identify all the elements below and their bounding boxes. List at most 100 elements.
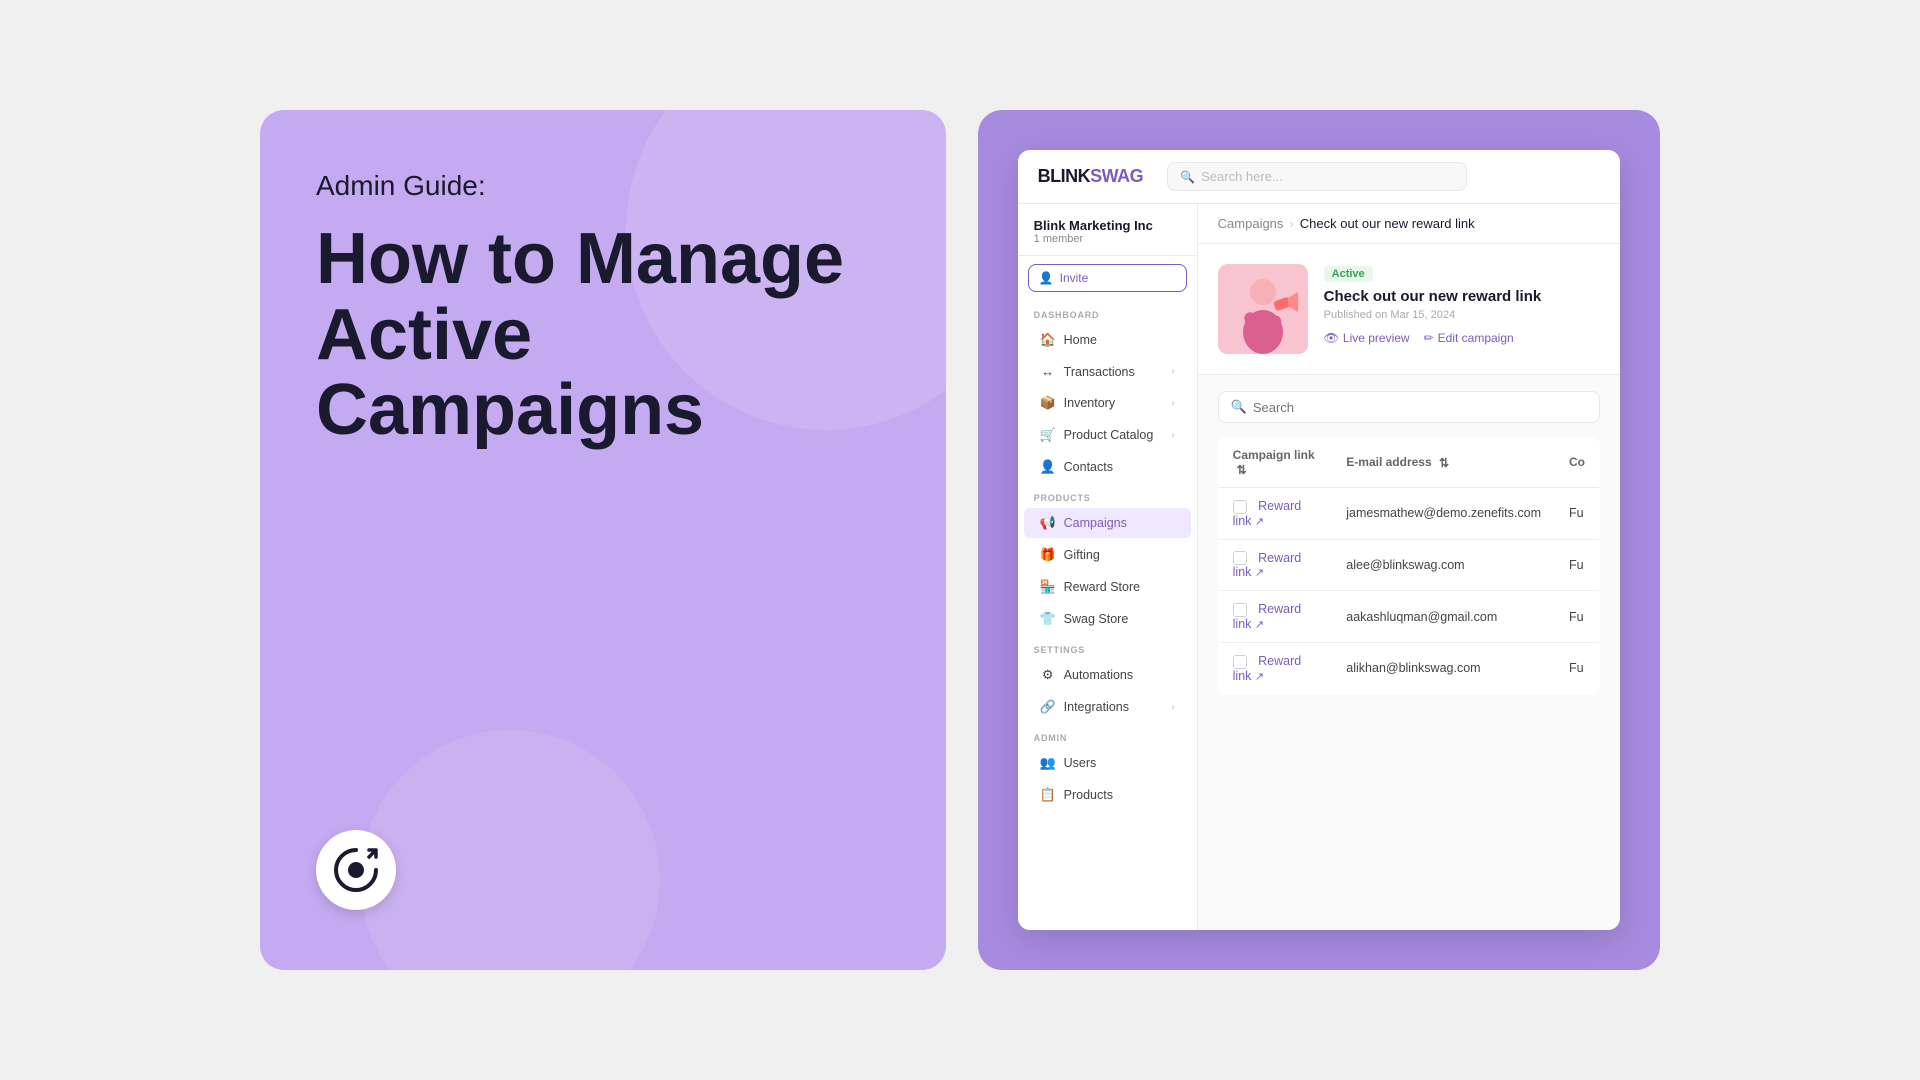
- campaign-title: Check out our new reward link: [1324, 288, 1600, 305]
- eye-icon: 👁: [1324, 331, 1339, 345]
- app-window: BLINK SWAG 🔍 Search here... Blink Market…: [1018, 150, 1620, 930]
- table-search-input[interactable]: [1253, 400, 1587, 415]
- right-panel: BLINK SWAG 🔍 Search here... Blink Market…: [978, 110, 1660, 970]
- breadcrumb-parent: Campaigns: [1218, 216, 1284, 231]
- products-icon: 📋: [1040, 787, 1056, 803]
- swag-store-icon: 👕: [1040, 611, 1056, 627]
- sidebar: Blink Marketing Inc 1 member 👤 Invite DA…: [1018, 204, 1198, 930]
- invite-button[interactable]: 👤 Invite: [1028, 264, 1187, 292]
- swag-store-label: Swag Store: [1064, 612, 1129, 626]
- main-title-line1: How to Manage: [316, 219, 844, 299]
- breadcrumb-separator: ›: [1289, 216, 1293, 231]
- table-row: Reward link ↗ aakashluqman@gmail.com Fu: [1218, 591, 1599, 643]
- sidebar-org: Blink Marketing Inc 1 member: [1018, 204, 1197, 256]
- sidebar-item-home[interactable]: 🏠 Home: [1024, 325, 1191, 355]
- row-checkbox[interactable]: [1233, 500, 1247, 514]
- external-link-icon: ↗: [1255, 671, 1264, 683]
- contacts-label: Contacts: [1064, 460, 1113, 474]
- status-badge: Active: [1324, 266, 1373, 282]
- gifting-icon: 🎁: [1040, 547, 1056, 563]
- logo-area: BLINK SWAG: [1038, 166, 1144, 187]
- external-link-icon: ↗: [1255, 567, 1264, 579]
- sidebar-item-product-catalog[interactable]: 🛒 Product Catalog ›: [1024, 420, 1191, 450]
- transactions-label: Transactions: [1064, 365, 1135, 379]
- breadcrumb: Campaigns › Check out our new reward lin…: [1198, 204, 1620, 244]
- col-campaign-link[interactable]: Campaign link ⇅: [1218, 438, 1332, 488]
- sidebar-item-users[interactable]: 👥 Users: [1024, 748, 1191, 778]
- inventory-icon: 📦: [1040, 395, 1056, 411]
- org-name: Blink Marketing Inc: [1034, 218, 1181, 233]
- sidebar-item-products[interactable]: 📋 Products: [1024, 780, 1191, 810]
- chevron-right-icon: ›: [1171, 430, 1174, 441]
- transactions-icon: ↔: [1040, 364, 1056, 379]
- main-title: How to Manage Active Campaigns: [316, 222, 890, 449]
- campaign-image: [1218, 264, 1308, 354]
- campaign-detail: Active Check out our new reward link Pub…: [1198, 244, 1620, 375]
- org-member: 1 member: [1034, 233, 1181, 245]
- search-placeholder: Search here...: [1201, 169, 1283, 184]
- home-label: Home: [1064, 333, 1097, 347]
- gifting-label: Gifting: [1064, 548, 1100, 562]
- home-icon: 🏠: [1040, 332, 1056, 348]
- campaigns-label: Campaigns: [1064, 516, 1127, 530]
- products-section-label: PRODUCTS: [1018, 483, 1197, 507]
- app-body: Blink Marketing Inc 1 member 👤 Invite DA…: [1018, 204, 1620, 930]
- users-icon: 👥: [1040, 755, 1056, 771]
- co-cell: Fu: [1555, 539, 1600, 591]
- table-search-icon: 🔍: [1231, 399, 1247, 415]
- top-bar: BLINK SWAG 🔍 Search here...: [1018, 150, 1620, 204]
- settings-section-label: SETTINGS: [1018, 635, 1197, 659]
- sidebar-item-contacts[interactable]: 👤 Contacts: [1024, 452, 1191, 482]
- contacts-icon: 👤: [1040, 459, 1056, 475]
- edit-campaign-link[interactable]: ✏ Edit campaign: [1424, 331, 1514, 345]
- product-catalog-icon: 🛒: [1040, 427, 1056, 443]
- product-catalog-label: Product Catalog: [1064, 428, 1154, 442]
- sidebar-item-swag-store[interactable]: 👕 Swag Store: [1024, 604, 1191, 634]
- row-checkbox[interactable]: [1233, 655, 1247, 669]
- sidebar-item-reward-store[interactable]: 🏪 Reward Store: [1024, 572, 1191, 602]
- data-table: Campaign link ⇅ E-mail address ⇅ Co: [1218, 437, 1600, 695]
- col-email[interactable]: E-mail address ⇅: [1332, 438, 1555, 488]
- table-row: Reward link ↗ alikhan@blinkswag.com Fu: [1218, 642, 1599, 694]
- automations-icon: ⚙: [1040, 667, 1056, 683]
- row-checkbox[interactable]: [1233, 551, 1247, 565]
- invite-icon: 👤: [1039, 271, 1054, 285]
- external-link-icon: ↗: [1255, 516, 1264, 528]
- chevron-right-icon: ›: [1171, 702, 1174, 713]
- top-search-bar[interactable]: 🔍 Search here...: [1167, 162, 1467, 191]
- row-checkbox[interactable]: [1233, 603, 1247, 617]
- dashboard-section-label: DASHBOARD: [1018, 300, 1197, 324]
- search-icon: 🔍: [1180, 170, 1195, 184]
- chevron-right-icon: ›: [1171, 366, 1174, 377]
- chevron-right-icon: ›: [1171, 398, 1174, 409]
- integrations-label: Integrations: [1064, 700, 1129, 714]
- inventory-label: Inventory: [1064, 396, 1115, 410]
- sidebar-item-gifting[interactable]: 🎁 Gifting: [1024, 540, 1191, 570]
- swag-text: SWAG: [1090, 166, 1143, 187]
- external-link-icon: ↗: [1255, 619, 1264, 631]
- email-cell: aakashluqman@gmail.com: [1332, 591, 1555, 643]
- table-row: Reward link ↗ jamesmathew@demo.zenefits.…: [1218, 487, 1599, 539]
- breadcrumb-current: Check out our new reward link: [1300, 216, 1475, 231]
- co-cell: Fu: [1555, 487, 1600, 539]
- campaign-info: Active Check out our new reward link Pub…: [1324, 264, 1600, 345]
- campaign-date: Published on Mar 15, 2024: [1324, 309, 1600, 321]
- reward-store-icon: 🏪: [1040, 579, 1056, 595]
- email-cell: alikhan@blinkswag.com: [1332, 642, 1555, 694]
- email-cell: jamesmathew@demo.zenefits.com: [1332, 487, 1555, 539]
- campaign-card: Active Check out our new reward link Pub…: [1218, 264, 1600, 354]
- table-search[interactable]: 🔍: [1218, 391, 1600, 423]
- co-cell: Fu: [1555, 642, 1600, 694]
- live-preview-link[interactable]: 👁 Live preview: [1324, 331, 1410, 345]
- sidebar-item-inventory[interactable]: 📦 Inventory ›: [1024, 388, 1191, 418]
- main-content: Campaigns › Check out our new reward lin…: [1198, 204, 1620, 930]
- sidebar-item-integrations[interactable]: 🔗 Integrations ›: [1024, 692, 1191, 722]
- col-co: Co: [1555, 438, 1600, 488]
- integrations-icon: 🔗: [1040, 699, 1056, 715]
- sidebar-item-automations[interactable]: ⚙ Automations: [1024, 660, 1191, 690]
- sidebar-item-campaigns[interactable]: 📢 Campaigns: [1024, 508, 1191, 538]
- sort-icon: ⇅: [1237, 463, 1247, 477]
- sidebar-item-transactions[interactable]: ↔ Transactions ›: [1024, 357, 1191, 386]
- reward-store-label: Reward Store: [1064, 580, 1140, 594]
- products-label: Products: [1064, 788, 1113, 802]
